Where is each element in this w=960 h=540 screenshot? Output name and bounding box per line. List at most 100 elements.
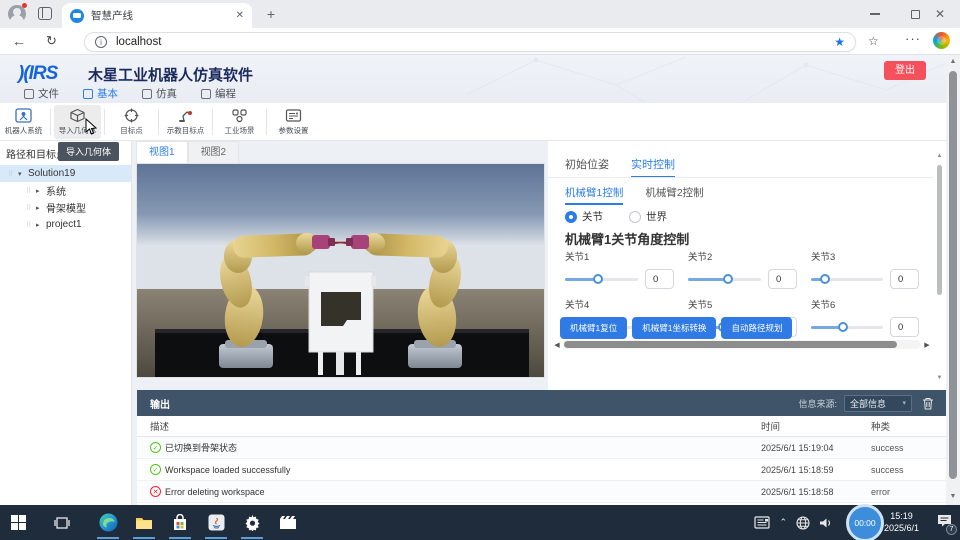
source-select[interactable]: 全部信息 ▾ [844, 395, 912, 412]
joint6-value-input[interactable] [890, 317, 919, 337]
parameter-settings-button[interactable]: 参数设置 [270, 105, 317, 139]
scroll-down-icon[interactable]: ▼ [946, 493, 960, 500]
joint2-value-input[interactable] [768, 269, 797, 289]
tab-view2[interactable]: 视图2 [188, 141, 240, 163]
viewport-tabs: 视图1 视图2 [136, 141, 239, 163]
joint-cell: 关节3 [811, 249, 933, 289]
drag-handle-icon[interactable]: ⠿ [26, 221, 36, 229]
scrollbar-thumb[interactable] [937, 165, 942, 295]
back-button[interactable]: ← [12, 33, 26, 49]
drag-handle-icon[interactable]: ⠿ [26, 187, 36, 195]
scroll-right-icon[interactable]: ▶ [921, 341, 933, 349]
url-text[interactable]: localhost [116, 36, 834, 48]
page-scrollbar[interactable]: ▲ ▼ [946, 55, 960, 505]
horizontal-scrollbar[interactable]: ◀ ▶ [551, 338, 933, 351]
slider-thumb[interactable] [820, 274, 830, 284]
tab-initial-pose[interactable]: 初始位姿 [565, 156, 609, 178]
joint2-slider[interactable] [688, 273, 761, 285]
widgets-news-icon[interactable] [754, 516, 770, 529]
auto-path-planning-button[interactable]: 自动路径规划 [721, 317, 792, 339]
browser-urlbar: ← ↻ i localhost ★ ☆ ··· [0, 28, 960, 55]
chevron-down-icon: ▾ [902, 399, 906, 407]
log-row[interactable]: ✓ 已切换到骨架状态 2025/6/1 15:19:04 success [137, 437, 946, 459]
start-button[interactable] [0, 505, 36, 540]
site-info-icon[interactable]: i [95, 36, 107, 48]
scrollbar-thumb[interactable] [564, 341, 897, 348]
favorites-bar-icon[interactable]: ☆ [868, 34, 879, 48]
scroll-left-icon[interactable]: ◀ [551, 341, 563, 349]
drag-handle-icon[interactable]: ⠿ [8, 170, 18, 178]
path-target-tree: 路径和目标点 ⠿ ▾ Solution19 ⠿ ▸ 系统 ⠿ ▸ 骨架模型 ⠿ … [0, 141, 132, 505]
new-tab-button[interactable]: + [262, 6, 280, 24]
copilot-icon[interactable] [933, 32, 950, 49]
browser-menu-icon[interactable]: ··· [905, 31, 921, 46]
scrollbar-thumb[interactable] [949, 71, 957, 479]
menu-simulation[interactable]: 仿真 [142, 84, 177, 103]
window-close-button[interactable]: ✕ [920, 0, 960, 28]
joint3-slider[interactable] [811, 273, 883, 285]
settings-taskbar-icon[interactable] [234, 505, 270, 540]
store-taskbar-icon[interactable] [162, 505, 198, 540]
workspaces-icon[interactable] [38, 7, 52, 20]
file-explorer-taskbar-icon[interactable] [126, 505, 162, 540]
joint3-value-input[interactable] [890, 269, 919, 289]
joint-cell: 关节6 [811, 297, 933, 337]
scroll-down-icon[interactable]: ▼ [935, 375, 944, 381]
app-taskbar-icon[interactable] [198, 505, 234, 540]
joint1-value-input[interactable] [645, 269, 674, 289]
address-bar[interactable]: i localhost ★ [84, 32, 856, 52]
tab-view1[interactable]: 视图1 [136, 141, 188, 163]
joint1-slider[interactable] [565, 273, 638, 285]
window-minimize-button[interactable] [855, 0, 895, 28]
slider-thumb[interactable] [593, 274, 603, 284]
tree-item-system[interactable]: ⠿ ▸ 系统 [0, 182, 131, 199]
slider-thumb[interactable] [723, 274, 733, 284]
tray-expand-icon[interactable]: ⌃ [779, 517, 787, 528]
slider-thumb[interactable] [838, 322, 848, 332]
teach-target-button[interactable]: 示教目标点 [162, 105, 209, 139]
industrial-scene-button[interactable]: 工业场景 [216, 105, 263, 139]
clock-time: 15:19 [884, 510, 919, 522]
caret-right-icon[interactable]: ▸ [36, 204, 46, 212]
caret-right-icon[interactable]: ▸ [36, 221, 46, 229]
video-app-taskbar-icon[interactable] [270, 505, 306, 540]
edge-taskbar-icon[interactable] [90, 505, 126, 540]
browser-tab[interactable]: 智慧产线 ✕ [62, 3, 252, 28]
robot-system-button[interactable]: 机器人系统 [0, 105, 47, 139]
network-globe-icon[interactable] [796, 516, 810, 530]
radio-world[interactable]: 世界 [629, 209, 667, 224]
menu-programming[interactable]: 编程 [201, 84, 236, 103]
tree-item-solution[interactable]: ⠿ ▾ Solution19 [0, 165, 131, 182]
log-row[interactable]: ✕ Error deleting workspace 2025/6/1 15:1… [137, 481, 946, 503]
favorite-star-icon[interactable]: ★ [834, 35, 845, 49]
menu-file[interactable]: 文件 [24, 84, 59, 103]
tree-item-skeleton-model[interactable]: ⠿ ▸ 骨架模型 [0, 199, 131, 216]
scroll-up-icon[interactable]: ▲ [946, 58, 960, 65]
tab-arm1-control[interactable]: 机械臂1控制 [565, 185, 623, 205]
panel-vertical-scrollbar[interactable]: ▲ ▼ [935, 153, 944, 388]
log-row[interactable]: ✓ Workspace loaded successfully 2025/6/1… [137, 459, 946, 481]
menu-basic[interactable]: 基本 [83, 84, 118, 103]
drag-handle-icon[interactable]: ⠿ [26, 204, 36, 212]
3d-viewport[interactable] [136, 163, 545, 378]
recording-timer-bubble[interactable]: 00:00 [846, 504, 884, 540]
arm1-reset-button[interactable]: 机械臂1复位 [560, 317, 627, 339]
logout-button[interactable]: 登出 [884, 61, 926, 80]
tree-item-project1[interactable]: ⠿ ▸ project1 [0, 216, 131, 233]
caret-right-icon[interactable]: ▸ [36, 187, 46, 195]
speaker-icon[interactable] [819, 517, 833, 529]
task-view-button[interactable] [44, 505, 80, 540]
target-point-button[interactable]: 目标点 [108, 105, 155, 139]
arm1-coord-transform-button[interactable]: 机械臂1坐标转换 [632, 317, 716, 339]
joint6-slider[interactable] [811, 321, 883, 333]
taskbar-clock[interactable]: 15:19 2025/6/1 [884, 510, 919, 534]
caret-down-icon[interactable]: ▾ [18, 170, 28, 178]
refresh-button[interactable]: ↻ [46, 33, 57, 49]
tab-arm2-control[interactable]: 机械臂2控制 [645, 185, 703, 205]
notification-center-button[interactable]: 7 [937, 514, 952, 532]
clear-log-icon[interactable] [922, 397, 934, 410]
tab-close-icon[interactable]: ✕ [236, 10, 244, 21]
radio-joint[interactable]: 关节 [565, 209, 603, 224]
scroll-up-icon[interactable]: ▲ [935, 153, 944, 159]
tab-realtime-control[interactable]: 实时控制 [631, 156, 675, 178]
